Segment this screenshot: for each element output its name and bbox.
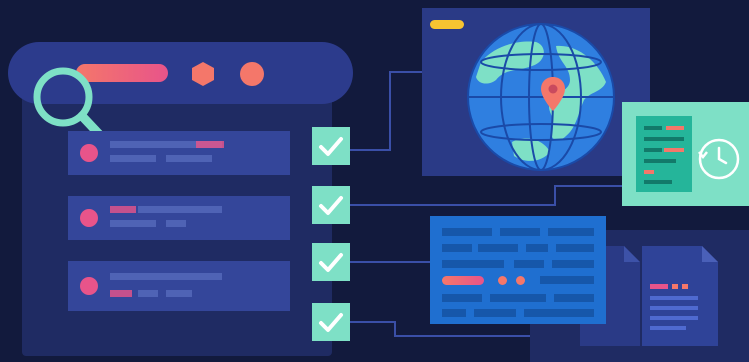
dot-icon — [516, 276, 525, 285]
text-placeholder — [514, 260, 544, 268]
history-card[interactable] — [622, 102, 749, 206]
text-placeholder — [474, 309, 516, 317]
clock-icon — [698, 138, 740, 180]
highlight-bar — [442, 276, 484, 285]
text-placeholder — [552, 260, 594, 268]
text-placeholder — [478, 244, 518, 252]
dot-icon — [240, 62, 264, 86]
text-placeholder — [138, 290, 158, 297]
text-placeholder — [166, 220, 186, 227]
text-placeholder — [644, 137, 684, 141]
hexagon-icon — [192, 62, 214, 86]
text-placeholder — [526, 244, 548, 252]
text-placeholder — [166, 290, 192, 297]
data-card[interactable] — [430, 216, 606, 324]
result-row[interactable] — [68, 131, 290, 175]
text-placeholder — [110, 220, 156, 227]
dot-icon — [498, 276, 507, 285]
highlight-bar — [110, 206, 136, 213]
highlight-bar — [110, 290, 132, 297]
card-title-pill — [430, 20, 464, 29]
result-row[interactable] — [68, 196, 290, 240]
highlight-bar — [196, 141, 224, 148]
avatar — [80, 209, 98, 227]
highlight-bar — [666, 126, 684, 130]
text-placeholder — [644, 126, 662, 130]
text-placeholder — [644, 148, 662, 152]
check-icon — [319, 253, 343, 272]
text-placeholder — [556, 244, 594, 252]
document-icon — [642, 246, 718, 346]
text-placeholder — [500, 228, 540, 236]
globe-card[interactable] — [422, 8, 650, 176]
text-placeholder — [166, 155, 212, 162]
check-box[interactable] — [312, 303, 350, 341]
text-placeholder — [524, 309, 594, 317]
text-placeholder — [540, 276, 594, 284]
highlight-bar — [644, 170, 654, 174]
text-placeholder — [548, 228, 594, 236]
check-box[interactable] — [312, 127, 350, 165]
text-placeholder — [442, 260, 504, 268]
text-placeholder — [644, 180, 672, 184]
text-placeholder — [442, 244, 472, 252]
check-icon — [319, 137, 343, 156]
map-pin-icon — [541, 77, 565, 111]
text-placeholder — [138, 206, 222, 213]
avatar — [80, 144, 98, 162]
text-placeholder — [442, 309, 466, 317]
highlight-bar — [664, 148, 684, 152]
check-icon — [319, 196, 343, 215]
text-placeholder — [110, 155, 156, 162]
result-row[interactable] — [68, 261, 290, 311]
text-placeholder — [644, 159, 676, 163]
check-box[interactable] — [312, 243, 350, 281]
document-icon — [636, 116, 692, 192]
avatar — [80, 277, 98, 295]
text-placeholder — [110, 273, 222, 280]
text-placeholder — [442, 294, 482, 302]
text-placeholder — [490, 294, 546, 302]
text-placeholder — [554, 294, 594, 302]
check-icon — [319, 313, 343, 332]
illustration-canvas — [0, 0, 749, 362]
text-placeholder — [442, 228, 492, 236]
check-box[interactable] — [312, 186, 350, 224]
